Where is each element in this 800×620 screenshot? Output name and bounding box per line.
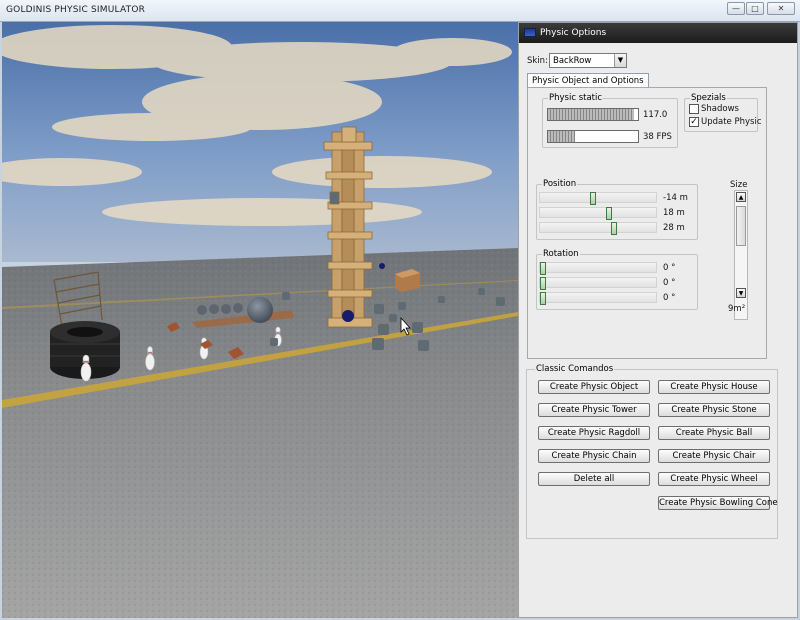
shadows-label: Shadows [701,104,739,114]
rotation-title: Rotation [542,249,580,259]
minimize-icon[interactable]: — [727,2,745,15]
3d-viewport[interactable] [2,22,518,618]
position-value-y: 18 m [663,208,685,218]
create-physic-house-button[interactable]: Create Physic House [658,380,770,394]
window-titlebar: GOLDINIS PHYSIC SIMULATOR — □ ✕ [0,0,800,22]
create-physic-stone-button[interactable]: Create Physic Stone [658,403,770,417]
rotation-value-z: 0 ° [663,293,676,303]
dropdown-arrow-icon[interactable]: ▼ [614,54,626,67]
position-slider-x[interactable] [539,192,657,205]
position-group: Position -14 m 18 m 28 m [536,179,698,240]
rotation-value-x: 0 ° [663,263,676,273]
specials-group: Spezials Shadows ✓ Update Physic [684,93,762,132]
fps-bar [547,130,639,143]
classic-commands-group: Classic Comandos Create Physic Object Cr… [526,364,778,539]
physic-options-panel: Physic Options Skin: BackRow ▼ Physic Ob… [518,22,798,618]
position-value-z: 28 m [663,223,685,233]
rotation-group: Rotation 0 ° 0 ° 0 ° [536,249,698,310]
shadows-checkbox[interactable] [689,104,699,114]
scene-render[interactable] [2,22,518,618]
create-physic-object-button[interactable]: Create Physic Object [538,380,650,394]
skin-label: Skin: [527,56,548,66]
delete-all-button[interactable]: Delete all [538,472,650,486]
panel-titlebar: Physic Options [519,23,797,43]
skin-select[interactable]: BackRow ▼ [549,53,627,68]
position-slider-z[interactable] [539,222,657,235]
maximize-icon[interactable]: □ [746,2,764,15]
tab-physic-object-options[interactable]: Physic Object and Options [527,73,649,88]
specials-title: Spezials [690,93,727,103]
rotation-slider-y[interactable] [539,277,657,290]
size-title: Size [730,180,748,190]
create-physic-ragdoll-button[interactable]: Create Physic Ragdoll [538,426,650,440]
size-scrollbar[interactable]: ▲ ▼ [734,190,748,320]
create-physic-ball-button[interactable]: Create Physic Ball [658,426,770,440]
panel-title: Physic Options [540,28,607,38]
position-value-x: -14 m [663,193,688,203]
create-physic-chain-button[interactable]: Create Physic Chain [538,449,650,463]
rotation-value-y: 0 ° [663,278,676,288]
checkmark-icon: ✓ [690,117,698,127]
position-slider-y[interactable] [539,207,657,220]
physic-static-title: Physic static [548,93,604,103]
fps-value: 38 FPS [643,132,672,142]
scroll-up-icon[interactable]: ▲ [736,192,746,202]
scroll-down-icon[interactable]: ▼ [736,288,746,298]
physic-static-value: 117.0 [643,110,668,120]
physic-static-bar-1 [547,108,639,121]
skin-value: BackRow [553,56,592,66]
create-physic-tower-button[interactable]: Create Physic Tower [538,403,650,417]
update-physic-checkbox[interactable]: ✓ [689,117,699,127]
window-app-icon [524,28,536,37]
size-scroll-thumb[interactable] [736,206,746,246]
update-physic-label: Update Physic [701,117,762,127]
position-title: Position [542,179,578,189]
commands-title: Classic Comandos [535,364,615,374]
blue-ball [342,310,354,322]
size-value: 9m² [728,304,746,314]
create-physic-bowling-cone-button[interactable]: Create Physic Bowling Cone [658,496,778,510]
window-title: GOLDINIS PHYSIC SIMULATOR [6,5,146,15]
rotation-slider-x[interactable] [539,262,657,275]
create-physic-wheel-button[interactable]: Create Physic Wheel [658,472,770,486]
create-physic-chair-button[interactable]: Create Physic Chair [658,449,770,463]
rotation-slider-z[interactable] [539,292,657,305]
physic-static-group: Physic static 117.0 38 FPS [542,93,678,148]
close-icon[interactable]: ✕ [767,2,795,15]
tab-content: Physic static 117.0 38 FPS Spezials Shad… [527,87,767,359]
